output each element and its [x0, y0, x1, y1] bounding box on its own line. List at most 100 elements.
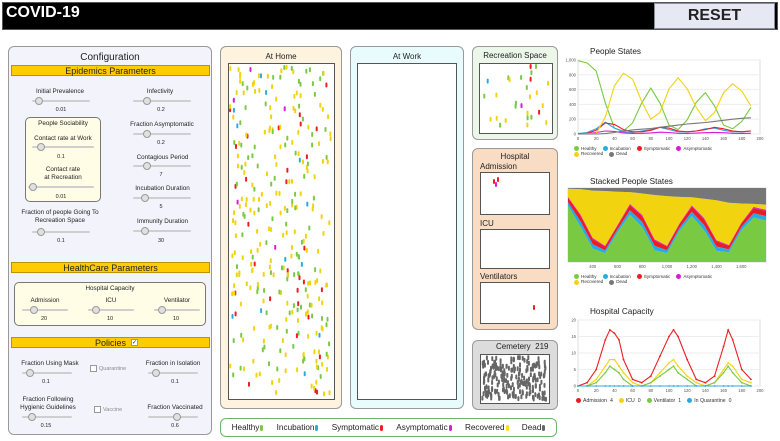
data-point	[595, 381, 598, 384]
icu-slider[interactable]	[88, 306, 134, 314]
policies-header: Policies	[11, 337, 210, 348]
slider-thumb[interactable]	[29, 183, 38, 191]
fraction-recreation-slider[interactable]	[32, 228, 90, 236]
person-dot	[253, 186, 256, 192]
data-point	[704, 385, 707, 387]
person-dot	[319, 268, 322, 274]
home-population	[229, 64, 332, 397]
person-dot	[319, 374, 322, 379]
immunity-duration-slider[interactable]	[133, 227, 191, 235]
policies-checkbox[interactable]: ✓	[131, 339, 138, 346]
stacked-states-legend: Healthy Incubation Symptomatic Asymptomatic…	[574, 274, 774, 285]
x-tick-label: 120	[684, 388, 692, 393]
person-dot	[232, 372, 235, 378]
slider-thumb[interactable]	[34, 97, 43, 105]
person-dot	[529, 94, 531, 100]
slider-thumb[interactable]	[140, 194, 149, 202]
slider-thumb[interactable]	[143, 162, 151, 170]
slider-thumb[interactable]	[152, 369, 161, 377]
dead-dot	[481, 395, 484, 401]
person-dot	[268, 361, 270, 367]
data-point	[659, 375, 661, 377]
admission-slider[interactable]	[22, 306, 68, 314]
reset-button[interactable]: RESET	[654, 3, 775, 29]
work-title: At Work	[392, 52, 422, 61]
data-point	[622, 378, 625, 381]
person-dot	[312, 195, 315, 201]
vaccinated-slider[interactable]	[148, 413, 198, 421]
quarantine-checkbox[interactable]	[90, 365, 97, 372]
contact-work-slider[interactable]	[32, 143, 94, 151]
slider-thumb[interactable]	[173, 413, 182, 421]
dead-dot	[517, 377, 520, 383]
dead-dot	[518, 382, 521, 388]
contagious-period-slider[interactable]	[133, 162, 191, 170]
person-dot	[514, 100, 517, 106]
slider-thumb[interactable]	[157, 306, 166, 314]
person-dot	[245, 202, 247, 208]
person-dot	[311, 81, 314, 87]
person-dot	[326, 282, 328, 288]
dead-dot	[510, 359, 513, 365]
ventilator-label: Ventilator	[163, 297, 191, 304]
person-dot	[322, 158, 324, 164]
fraction-asymptomatic-slider[interactable]	[133, 130, 191, 138]
app-title: COVID-19	[6, 4, 80, 21]
configuration-title: Configuration	[80, 52, 140, 63]
person-dot	[260, 308, 263, 314]
person-dot	[291, 198, 294, 204]
data-point	[595, 378, 598, 381]
person-dot	[231, 253, 234, 259]
x-tick-label: 20	[594, 388, 599, 393]
slider-thumb[interactable]	[26, 369, 35, 377]
data-point	[608, 385, 611, 387]
slider-thumb[interactable]	[143, 130, 151, 138]
person-dot	[325, 82, 328, 88]
contact-recreation-slider[interactable]	[28, 183, 94, 191]
person-dot	[315, 126, 318, 132]
initial-prevalence-slider[interactable]	[32, 97, 90, 105]
dead-dot	[494, 366, 497, 372]
slider-thumb[interactable]	[28, 413, 37, 421]
person-dot	[235, 272, 238, 278]
slider-thumb[interactable]	[140, 227, 149, 235]
people-states-chart: 02004006008001,0000 20 40 60 80 100 120 140 160 1…	[566, 58, 765, 142]
person-dot	[233, 250, 236, 256]
incubation-duration-slider[interactable]	[133, 194, 191, 202]
dead-dot	[542, 392, 545, 398]
dead-dot	[521, 389, 524, 395]
dead-dot	[538, 371, 541, 377]
chart-legend-label: Asymptomatic	[683, 146, 713, 151]
hospital-capacity-chart-title: Hospital Capacity	[590, 307, 654, 316]
person-dot	[508, 77, 511, 83]
x-tick-label: 80	[648, 136, 653, 141]
stacked-states-title: Stacked People States	[590, 177, 673, 186]
person-dot	[520, 75, 523, 80]
isolation-value: 0.1	[171, 379, 179, 385]
slider-thumb[interactable]	[91, 306, 100, 314]
slider-thumb[interactable]	[37, 228, 45, 236]
dead-dot	[516, 366, 519, 372]
ventilator-slider[interactable]	[154, 306, 200, 314]
person-dot	[231, 291, 234, 297]
slider-thumb[interactable]	[37, 143, 46, 151]
person-dot	[245, 281, 248, 287]
data-point	[659, 385, 661, 387]
person-dot	[483, 93, 486, 99]
person-dot	[535, 64, 537, 69]
recreation-area	[479, 63, 553, 134]
using-mask-slider[interactable]	[22, 369, 72, 377]
chart-legend-label: Incubation	[609, 146, 631, 151]
person-dot	[541, 103, 544, 109]
person-dot	[233, 283, 236, 289]
vaccine-checkbox[interactable]	[94, 406, 101, 413]
data-point	[727, 385, 730, 387]
infectivity-slider[interactable]	[133, 97, 191, 105]
slider-thumb[interactable]	[143, 97, 151, 105]
person-dot	[325, 154, 328, 160]
isolation-slider[interactable]	[148, 369, 198, 377]
hygienic-slider[interactable]	[22, 413, 72, 421]
data-point	[595, 368, 598, 371]
chart-legend-value: 0	[637, 398, 641, 404]
slider-thumb[interactable]	[29, 306, 38, 314]
